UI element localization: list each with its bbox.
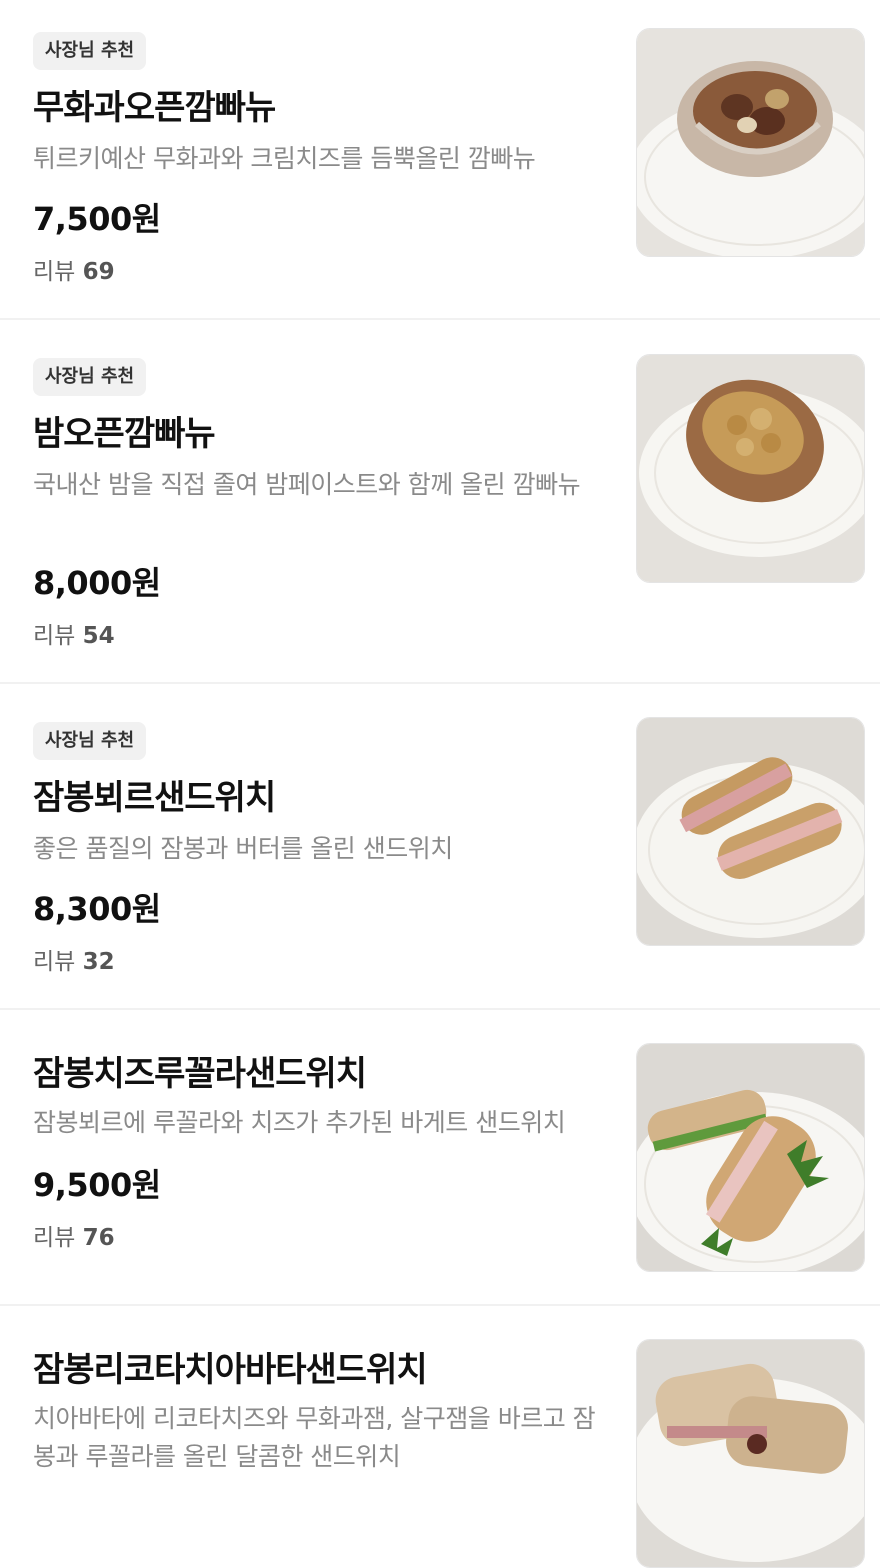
menu-item-jambon-ricotta-ciabatta-sandwich[interactable]: 잠봉리코타치아바타샌드위치 치아바타에 리코타치즈와 무화과잼, 살구잼을 바르… xyxy=(0,1306,880,1568)
review-count: 리뷰 76 xyxy=(33,1218,115,1252)
review-label: 리뷰 xyxy=(33,949,76,975)
recommend-badge: 사장님 추천 xyxy=(33,32,147,70)
menu-item-name: 잠봉리코타치아바타샌드위치 xyxy=(33,1350,428,1390)
menu-item-name: 잠봉뵈르샌드위치 xyxy=(33,778,276,818)
menu-item-description: 국내산 밤을 직접 졸여 밤페이스트와 함께 올린 깜빠뉴 xyxy=(33,470,581,499)
menu-item-price: 9,500원 xyxy=(33,1166,161,1204)
recommend-badge: 사장님 추천 xyxy=(33,358,147,396)
menu-item-description: 잠봉뵈르에 루꼴라와 치즈가 추가된 바게트 샌드위치 xyxy=(33,1108,566,1137)
review-count: 리뷰 32 xyxy=(33,942,115,976)
menu-item-description: 치아바타에 리코타치즈와 무화과잼, 살구잼을 바르고 잠봉과 루꼴라를 올린 … xyxy=(33,1404,596,1471)
chestnut-open-campagne-photo[interactable] xyxy=(636,354,865,583)
jambon-beurre-sandwich-photo[interactable] xyxy=(636,717,865,946)
jambon-cheese-arugula-sandwich-photo[interactable] xyxy=(636,1043,865,1272)
jambon-ricotta-ciabatta-sandwich-photo[interactable] xyxy=(636,1339,865,1568)
review-number: 76 xyxy=(82,1225,115,1251)
menu-item-name: 밤오픈깜빠뉴 xyxy=(33,414,216,454)
menu-item-price: 7,500원 xyxy=(33,200,161,238)
review-number: 69 xyxy=(82,259,115,285)
menu-item-price: 8,000원 xyxy=(33,564,161,602)
menu-item-price: 8,300원 xyxy=(33,890,161,928)
review-number: 32 xyxy=(82,949,115,975)
review-label: 리뷰 xyxy=(33,623,76,649)
menu-item-name: 잠봉치즈루꼴라샌드위치 xyxy=(33,1054,367,1094)
menu-item-description: 튀르키예산 무화과와 크림치즈를 듬뿍올린 깜빠뉴 xyxy=(33,144,536,173)
review-count: 리뷰 69 xyxy=(33,252,115,286)
menu-item-jambon-cheese-arugula-sandwich[interactable]: 잠봉치즈루꼴라샌드위치 잠봉뵈르에 루꼴라와 치즈가 추가된 바게트 샌드위치 … xyxy=(0,1010,880,1306)
menu-item-name: 무화과오픈깜빠뉴 xyxy=(33,88,276,128)
menu-item-chestnut-open-campagne[interactable]: 사장님 추천 밤오픈깜빠뉴 국내산 밤을 직접 졸여 밤페이스트와 함께 올린 … xyxy=(0,320,880,684)
review-count: 리뷰 54 xyxy=(33,616,115,650)
review-label: 리뷰 xyxy=(33,1225,76,1251)
menu-item-description: 좋은 품질의 잠봉과 버터를 올린 샌드위치 xyxy=(33,834,453,863)
recommend-badge: 사장님 추천 xyxy=(33,722,147,760)
review-label: 리뷰 xyxy=(33,259,76,285)
fig-open-campagne-photo[interactable] xyxy=(636,28,865,257)
menu-item-fig-open-campagne[interactable]: 사장님 추천 무화과오픈깜빠뉴 튀르키예산 무화과와 크림치즈를 듬뿍올린 깜빠… xyxy=(0,0,880,320)
menu-item-jambon-beurre-sandwich[interactable]: 사장님 추천 잠봉뵈르샌드위치 좋은 품질의 잠봉과 버터를 올린 샌드위치 8… xyxy=(0,684,880,1010)
review-number: 54 xyxy=(82,623,115,649)
